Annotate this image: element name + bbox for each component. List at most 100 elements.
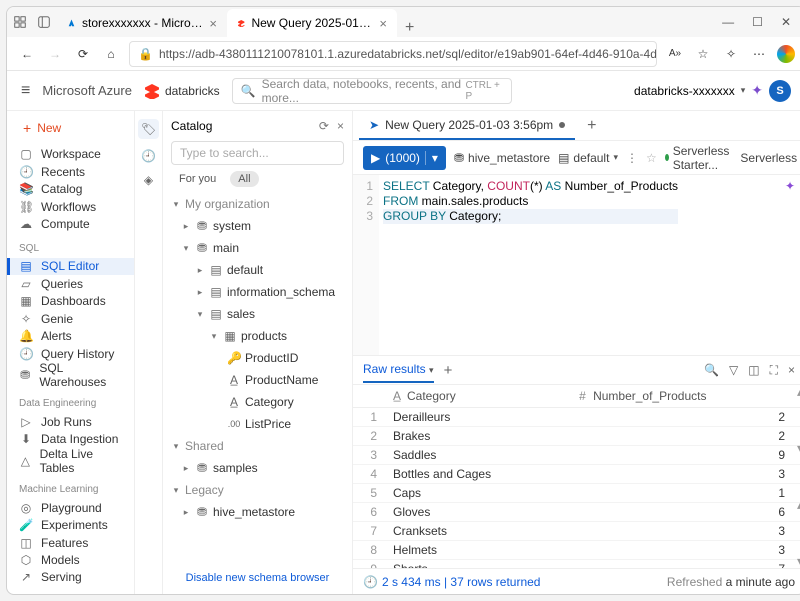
avatar[interactable]: S — [769, 80, 791, 102]
tree-info-schema[interactable]: ▸▤information_schema — [167, 281, 348, 303]
assistant-icon[interactable]: ✦ — [751, 82, 763, 99]
databricks-logo[interactable]: databricks — [144, 83, 220, 99]
tree-products[interactable]: ▾▦products — [167, 325, 348, 347]
home-icon[interactable]: ⌂ — [101, 44, 121, 64]
catalog-rail-schema-icon[interactable]: 🏷 — [138, 119, 159, 139]
favorite-icon[interactable]: ☆ — [693, 44, 713, 64]
close-window-icon[interactable]: ✕ — [781, 15, 791, 29]
workspaces-icon[interactable] — [13, 15, 27, 29]
copilot-icon[interactable] — [777, 45, 795, 63]
sidebar-item-workflows[interactable]: ⛓Workflows — [7, 198, 134, 215]
new-tab-button[interactable]: + — [397, 19, 422, 37]
sidebar-item-recents[interactable]: 🕘Recents — [7, 163, 134, 180]
refresh-icon[interactable]: ⟳ — [73, 44, 93, 64]
tree-myorg[interactable]: ▾My organization — [167, 193, 348, 215]
sidebar-item-data-ingestion[interactable]: ⬇Data Ingestion — [7, 431, 134, 448]
sidebar-item-playground[interactable]: ◎Playground — [7, 499, 134, 516]
search-icon[interactable]: 🔍 — [704, 363, 719, 378]
table-row[interactable]: 9Shorts7 — [353, 560, 800, 569]
raw-results-tab[interactable]: Raw results ▾ — [363, 362, 434, 383]
sidebar-item-experiments[interactable]: 🧪Experiments — [7, 516, 134, 533]
query-tab-active[interactable]: ➤ New Query 2025-01-03 3:56pm — [359, 112, 575, 140]
menu-icon[interactable]: ≡ — [21, 82, 30, 100]
browser-tab-databricks[interactable]: New Query 2025-01-03 3:56pm* × — [227, 9, 397, 37]
table-row[interactable]: 3Saddles9 — [353, 446, 800, 465]
close-icon[interactable]: × — [379, 16, 387, 31]
filter-icon[interactable]: ▽ — [729, 363, 738, 378]
tree-col-productname[interactable]: A̲ProductName — [167, 369, 348, 391]
tree-sales[interactable]: ▾▤sales — [167, 303, 348, 325]
results-table-wrap[interactable]: A̲Category #Number_of_Products 1Deraille… — [353, 385, 800, 568]
tree-hive[interactable]: ▸⛃hive_metastore — [167, 501, 348, 523]
add-result-tab[interactable]: + — [444, 362, 453, 379]
add-tab-button[interactable]: + — [581, 117, 602, 135]
sidebar-item-serving[interactable]: ↗Serving — [7, 569, 134, 586]
maximize-icon[interactable]: ☐ — [752, 15, 763, 29]
table-row[interactable]: 4Bottles and Cages3 — [353, 465, 800, 484]
star-icon[interactable]: ☆ — [646, 151, 657, 165]
tree-col-productid[interactable]: 🔑ProductID — [167, 347, 348, 369]
sidebar-item-queries[interactable]: ▱Queries — [7, 275, 134, 292]
filter-all[interactable]: All — [230, 171, 258, 187]
sidebar-item-workspace[interactable]: ▢Workspace — [7, 146, 134, 163]
panel-icon[interactable]: ◫ — [748, 363, 759, 378]
minimize-icon[interactable]: — — [722, 15, 734, 29]
sidebar-item-compute[interactable]: ☁Compute — [7, 215, 134, 232]
assistant-icon[interactable]: ✦ — [785, 179, 795, 193]
close-icon[interactable]: × — [337, 119, 344, 133]
header-search[interactable]: 🔍 Search data, notebooks, recents, and m… — [232, 78, 512, 104]
result-status[interactable]: 2 s 434 ms | 37 rows returned — [382, 575, 541, 589]
table-row[interactable]: 1Derailleurs2 — [353, 408, 800, 427]
catalog-rail-pin-icon[interactable]: ◈ — [144, 173, 153, 187]
tree-system[interactable]: ▸⛃system — [167, 215, 348, 237]
col-number[interactable]: #Number_of_Products — [571, 385, 800, 408]
table-row[interactable]: 5Caps1 — [353, 484, 800, 503]
workspace-picker[interactable]: databricks-xxxxxxx ▾ ✦ S — [634, 80, 791, 102]
sidebar-item-catalog[interactable]: 📚Catalog — [7, 181, 134, 198]
sidebar-item-sql-warehouses[interactable]: ⛃SQL Warehouses — [7, 362, 134, 388]
table-row[interactable]: 2Brakes2 — [353, 427, 800, 446]
database-picker[interactable]: ⛃hive_metastore — [454, 151, 550, 165]
chevron-down-icon[interactable]: ▾ — [425, 151, 438, 165]
expand-icon[interactable]: ⛶ — [770, 363, 778, 378]
table-row[interactable]: 8Helmets3 — [353, 541, 800, 560]
filter-for-you[interactable]: For you — [171, 171, 224, 187]
sidebar-icon[interactable] — [37, 15, 51, 29]
back-icon[interactable]: ← — [17, 44, 37, 64]
sidebar-item-models[interactable]: ⬡Models — [7, 551, 134, 568]
tree-shared[interactable]: ▾Shared — [167, 435, 348, 457]
col-category[interactable]: A̲Category — [385, 385, 571, 408]
tree-main[interactable]: ▾⛃main — [167, 237, 348, 259]
schema-picker[interactable]: ▤default▾ — [558, 151, 618, 165]
more-icon[interactable]: ⋯ — [749, 44, 769, 64]
read-aloud-icon[interactable]: A» — [665, 44, 685, 64]
new-button[interactable]: +New — [17, 119, 124, 138]
sidebar-item-query-history[interactable]: 🕘Query History — [7, 345, 134, 362]
collections-icon[interactable]: ✧ — [721, 44, 741, 64]
close-icon[interactable]: × — [788, 363, 795, 378]
tree-col-listprice[interactable]: .00ListPrice — [167, 413, 348, 435]
catalog-rail-history-icon[interactable]: 🕘 — [141, 149, 156, 163]
sidebar-item-sql-editor[interactable]: ▤SQL Editor — [7, 258, 134, 275]
refresh-icon[interactable]: ⟳ — [319, 119, 329, 133]
code-editor[interactable]: 123 SELECT Category, COUNT(*) AS Number_… — [353, 175, 800, 355]
sidebar-item-alerts[interactable]: 🔔Alerts — [7, 327, 134, 344]
tree-samples[interactable]: ▸⛃samples — [167, 457, 348, 479]
url-input[interactable]: 🔒 https://adb-4380111210078101.1.azureda… — [129, 41, 657, 67]
tree-legacy[interactable]: ▾Legacy — [167, 479, 348, 501]
tree-col-category[interactable]: A̲Category — [167, 391, 348, 413]
table-row[interactable]: 6Gloves6 — [353, 503, 800, 522]
table-row[interactable]: 7Cranksets3 — [353, 522, 800, 541]
tree-default[interactable]: ▸▤default — [167, 259, 348, 281]
browser-tab-azure[interactable]: storexxxxxxx - Microsoft Azure × — [57, 9, 227, 37]
cluster-picker[interactable]: Serverless Starter... — [665, 144, 733, 172]
sidebar-item-job-runs[interactable]: ▷Job Runs — [7, 413, 134, 430]
run-button[interactable]: ▶ (1000) ▾ — [363, 146, 446, 170]
disable-browser-link[interactable]: Disable new schema browser — [163, 562, 352, 594]
close-icon[interactable]: × — [209, 16, 217, 31]
sidebar-item-genie[interactable]: ✧Genie — [7, 310, 134, 327]
sidebar-item-dlt[interactable]: △Delta Live Tables — [7, 448, 134, 474]
sidebar-item-features[interactable]: ◫Features — [7, 534, 134, 551]
kebab-icon[interactable]: ⋮ — [626, 151, 638, 165]
sidebar-item-dashboards[interactable]: ▦Dashboards — [7, 293, 134, 310]
